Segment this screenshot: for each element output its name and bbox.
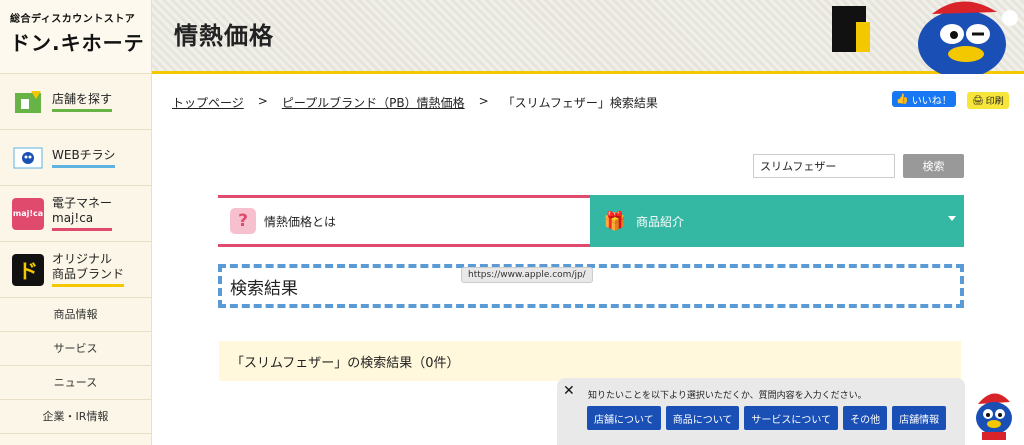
sidebar-link-news[interactable]: ニュース <box>0 366 151 400</box>
print-button[interactable]: 🖨 印刷 <box>967 92 1009 109</box>
thumbs-up-icon: 👍 <box>896 93 909 105</box>
chat-option-products[interactable]: 商品について <box>665 406 740 430</box>
chat-option-store[interactable]: 店舗について <box>587 406 661 430</box>
sidebar-link-services[interactable]: サービス <box>0 332 151 366</box>
print-label: 印刷 <box>985 97 1004 107</box>
gift-box-icon: 🎁 <box>603 210 627 232</box>
results-count: 「スリムフェザー」の検索結果（0件） <box>219 341 961 381</box>
printer-icon: 🖨 <box>972 95 984 106</box>
tab-label: 商品紹介 <box>636 214 685 229</box>
header-banner: 情熱価格 <box>152 0 1024 74</box>
sidebar-link-products[interactable]: 商品情報 <box>0 298 151 332</box>
chat-message: 知りたいことを以下より選択いただくか、質問内容を入力ください。 <box>588 391 867 401</box>
breadcrumb-separator: > <box>478 94 489 108</box>
page-title: 情熱価格 <box>174 22 274 50</box>
logo[interactable]: 総合ディスカウントストア ドン.キホーテ <box>0 0 151 74</box>
majica-card-icon: maj!ca <box>12 197 44 230</box>
map-store-icon <box>12 86 44 118</box>
chat-options: 店舗について 商品について サービスについて その他 店舗情報 <box>587 406 947 430</box>
sidebar-item-label: 電子マネー maj!ca <box>52 196 113 231</box>
tab-about-jonetsu-kakaku[interactable]: ? 情熱価格とは <box>218 195 590 247</box>
tab-products[interactable]: 🎁 商品紹介 <box>590 195 964 247</box>
sidebar-item-label: オリジナル 商品ブランド <box>52 252 125 287</box>
sidebar-item-original-brand[interactable]: ド オリジナル 商品ブランド <box>0 242 151 298</box>
tab-label: 情熱価格とは <box>264 214 337 229</box>
sidebar: 総合ディスカウントストア ドン.キホーテ 店舗を探す WEBチラシ maj!ca… <box>0 0 152 445</box>
chatbot-mascot-icon[interactable] <box>972 388 1016 440</box>
breadcrumb-current: 「スリムフェザー」検索結果 <box>502 96 658 110</box>
breadcrumb-pb[interactable]: ピープルブランド（PB）情熱価格 <box>282 94 465 111</box>
chevron-down-icon[interactable] <box>948 216 956 221</box>
search-button[interactable]: 検索 <box>903 154 964 178</box>
sidebar-item-find-store[interactable]: 店舗を探す <box>0 74 151 130</box>
sidebar-item-majica[interactable]: maj!ca 電子マネー maj!ca <box>0 186 151 242</box>
sidebar-item-label: 店舗を探す <box>52 92 113 112</box>
sidebar-item-web-flyer[interactable]: WEBチラシ <box>0 130 151 186</box>
sidebar-item-label: WEBチラシ <box>52 148 116 168</box>
chat-widget: ✕ 知りたいことを以下より選択いただくか、質問内容を入力ください。 店舗について… <box>557 378 965 445</box>
url-tooltip: https://www.apple.com/jp/ <box>461 267 593 283</box>
breadcrumb-separator: > <box>257 94 268 108</box>
chat-option-store-info[interactable]: 店舗情報 <box>892 406 947 430</box>
breadcrumb-home[interactable]: トップページ <box>172 94 244 111</box>
logo-name: ドン.キホーテ <box>10 31 145 55</box>
breadcrumb: トップページ > ピープルブランド（PB）情熱価格 > 「スリムフェザー」検索結… <box>172 94 658 111</box>
search-input[interactable] <box>753 154 895 178</box>
logo-tagline: 総合ディスカウントストア <box>10 14 136 25</box>
chat-option-other[interactable]: その他 <box>843 406 888 430</box>
close-icon[interactable]: ✕ <box>563 383 575 399</box>
sidebar-link-corporate-ir[interactable]: 企業・IR情報 <box>0 400 151 434</box>
mascot-donpen-icon <box>832 1 1018 74</box>
like-label: いいね！ <box>911 95 952 107</box>
facebook-like-button[interactable]: 👍 いいね！ <box>892 91 956 107</box>
question-mark-icon: ? <box>230 208 256 234</box>
do-brand-icon: ド <box>12 253 44 286</box>
flyer-icon <box>12 142 44 174</box>
chat-option-services[interactable]: サービスについて <box>744 406 839 430</box>
